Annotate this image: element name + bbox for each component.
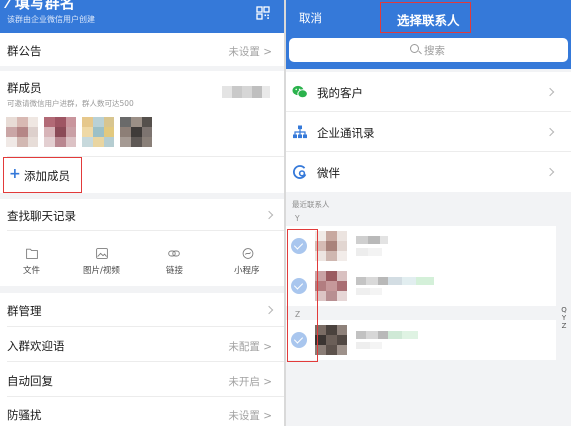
welcome-message-label: 入群欢迎语 [7,339,65,353]
contact-name-blurred [356,331,418,349]
search-input[interactable]: 搜索 [289,38,568,62]
contact-name-blurred [356,236,388,256]
alphabet-index-bar[interactable]: Q Y Z [559,306,569,330]
members-label: 群成员 [7,81,42,95]
blurred-member-count [222,86,270,98]
weiban-label: 微伴 [317,166,340,180]
group-header: ⁄ 填写群名 该群由企业微信用户创建 [0,0,284,33]
contact-avatar [315,325,347,355]
index-search-letter[interactable]: Q [559,306,569,314]
welcome-message-row[interactable]: 入群欢迎语 未配置 > [0,327,284,361]
title-highlight-box [380,2,471,33]
auto-reply-row[interactable]: 自动回复 未开启 > [0,362,284,396]
auto-reply-label: 自动回复 [7,374,53,388]
welcome-message-value: 未配置 > [228,341,272,353]
my-customers-label: 我的客户 [317,86,363,100]
mini-programs-label: 小程序 [234,266,260,276]
chat-history-divider [7,230,284,231]
folder-icon[interactable] [26,248,38,259]
search-placeholder: 搜索 [424,45,445,57]
member-avatar[interactable] [44,117,76,147]
member-avatar[interactable] [82,117,114,147]
announcement-value: 未设置 > [228,46,272,58]
chevron-right-icon [264,305,274,315]
add-member-button[interactable] [3,157,82,193]
link-icon[interactable] [168,248,180,259]
index-letter-y[interactable]: Y [559,314,569,322]
anti-harassment-label: 防骚扰 [7,408,42,422]
org-chart-icon [293,125,307,139]
cancel-button[interactable]: 取消 [299,10,322,26]
anti-harassment-value: 未设置 > [228,410,272,422]
anti-harassment-row[interactable]: 防骚扰 未设置 > [0,397,284,426]
contact-avatar [315,271,347,301]
weiban-app-icon [293,165,307,179]
company-directory-label: 企业通讯录 [317,126,375,140]
group-creator-subtitle: 该群由企业微信用户创建 [7,15,95,24]
member-avatar[interactable] [120,117,152,147]
weiban-row[interactable]: 微伴 [286,152,571,192]
my-customers-row[interactable]: 我的客户 [286,72,571,112]
find-chat-history-label[interactable]: 查找聊天记录 [7,208,76,224]
images-videos-label: 图片/视频 [83,266,120,276]
group-management-row[interactable]: 群管理 [0,293,284,326]
search-icon [410,44,419,53]
group-letter-y: Y [295,214,300,223]
wechat-customer-icon [292,85,308,99]
selected-checkboxes-highlight [287,229,318,362]
company-directory-row[interactable]: 企业通讯录 [286,112,571,152]
group-settings-panel: ⁄ 填写群名 该群由企业微信用户创建 群公告 未设置 > 群成员 可邀请微信用户… [0,0,284,426]
chevron-right-icon [545,167,555,177]
contact-avatar [315,231,347,261]
search-bar: 搜索 [286,33,571,69]
member-avatar[interactable] [6,117,38,147]
announcement-label: 群公告 [7,44,42,58]
contact-row[interactable] [286,266,556,306]
recent-contacts-label: 最近联系人 [292,200,330,209]
contact-row[interactable] [286,320,556,360]
announcement-row[interactable]: 群公告 未设置 > [0,33,284,66]
group-management-label: 群管理 [7,304,42,318]
contact-name-blurred [356,277,434,295]
members-hint: 可邀请微信用户进群，群人数可达500 [7,99,134,108]
chevron-right-icon [545,87,555,97]
qr-code-icon[interactable] [256,6,270,20]
links-label: 链接 [166,266,184,276]
select-contacts-header: 取消 选择联系人 [286,0,571,33]
group-name-title[interactable]: ⁄ 填写群名 [7,0,75,13]
select-contacts-panel: 取消 选择联系人 搜索 我的客户 企业通讯录 微伴 最近联系人 Y Z Q Y … [286,0,571,426]
contact-row[interactable] [286,226,556,266]
index-letter-z[interactable]: Z [559,322,569,330]
chevron-right-icon [545,127,555,137]
files-label: 文件 [23,266,41,276]
auto-reply-value: 未开启 > [228,376,272,388]
mini-program-icon[interactable] [242,248,254,259]
image-icon[interactable] [96,248,108,259]
